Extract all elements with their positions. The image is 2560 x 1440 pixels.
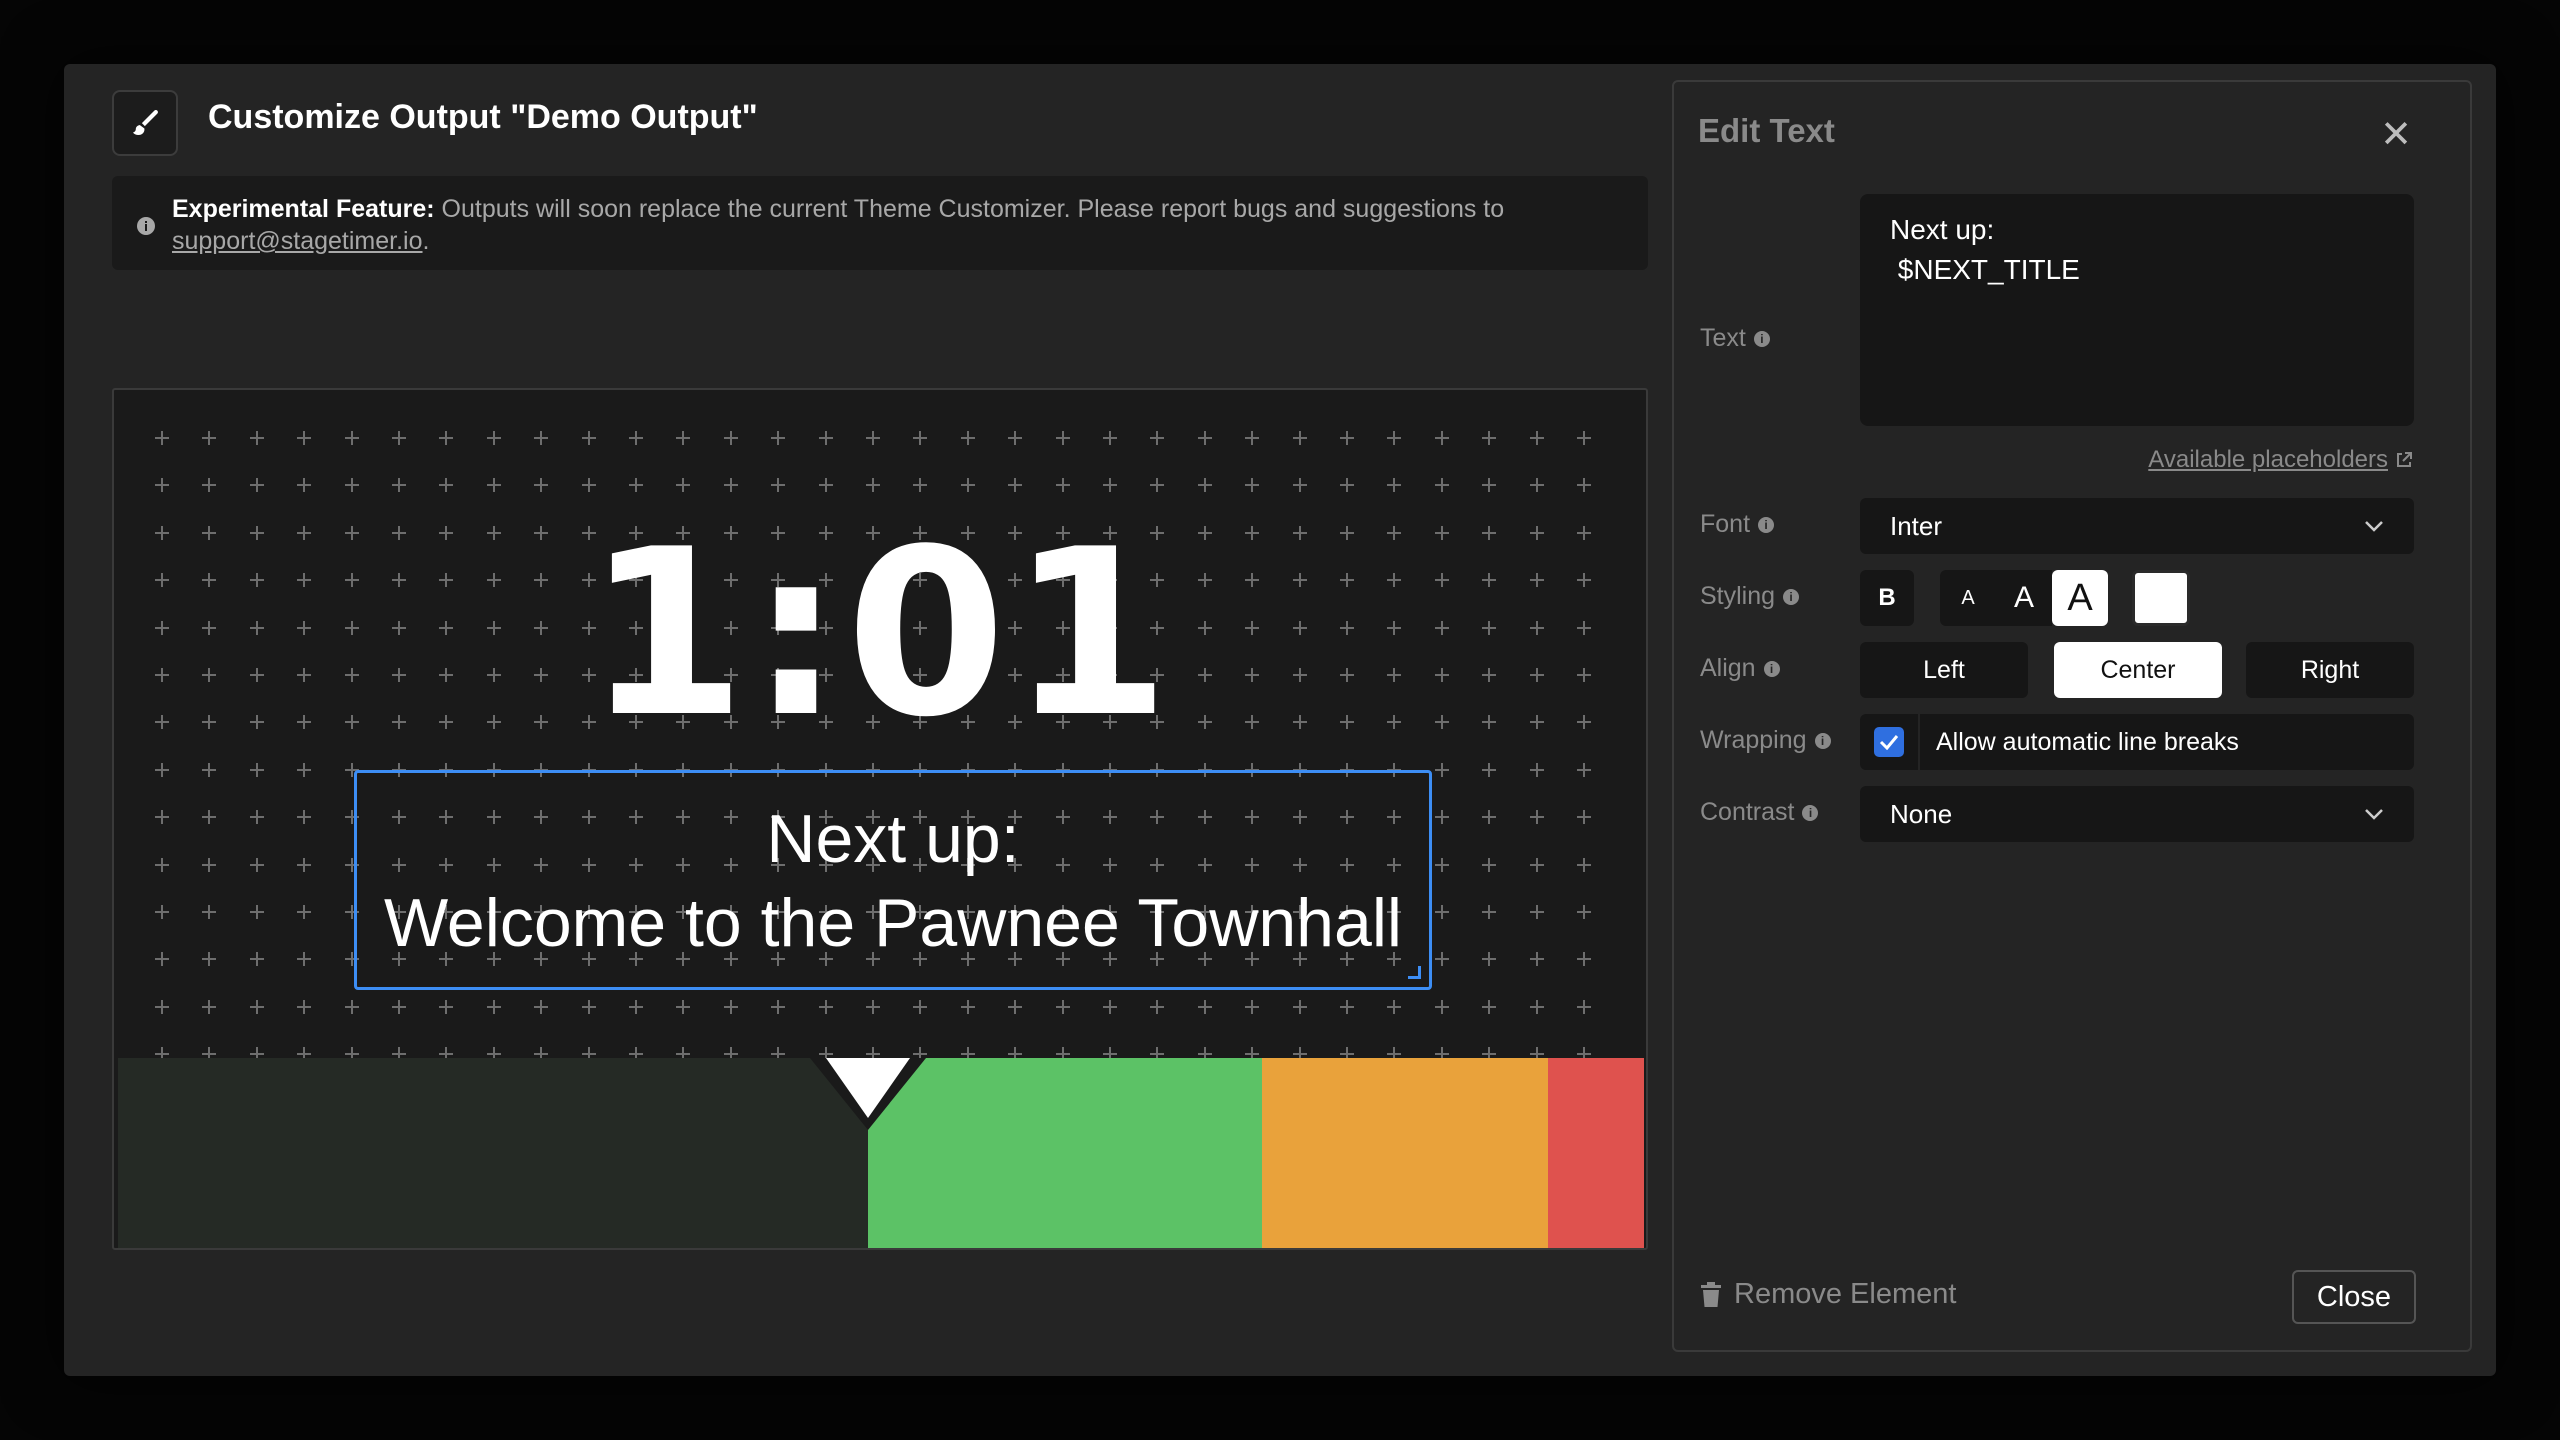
info-icon: i xyxy=(1783,588,1800,605)
font-label: Font i xyxy=(1700,510,1775,539)
info-icon xyxy=(136,212,156,244)
output-preview[interactable]: 1:01 Next up: Welcome to the Pawnee Town… xyxy=(112,388,1648,1250)
wrapping-toggle-row[interactable]: Allow automatic line breaks xyxy=(1860,714,2414,770)
info-icon: i xyxy=(1753,330,1770,347)
edit-panel-title: Edit Text xyxy=(1698,112,1835,149)
info-icon: i xyxy=(1758,516,1775,533)
progress-orange xyxy=(1262,1058,1548,1248)
edit-text-panel: Edit Text ✕ Texti Available placeholders… xyxy=(1672,80,2472,1352)
checkmark-icon xyxy=(1879,735,1899,750)
remove-element-button[interactable]: Remove Element xyxy=(1700,1278,1956,1311)
chevron-down-icon xyxy=(2365,521,2383,532)
text-label: Text i xyxy=(1700,324,1770,353)
wrapping-checkbox[interactable] xyxy=(1874,727,1904,757)
paintbrush-icon xyxy=(112,90,178,156)
contrast-label: Contrast i xyxy=(1700,798,1819,827)
color-swatch[interactable] xyxy=(2132,570,2190,626)
align-center-button[interactable]: Center xyxy=(2054,642,2222,698)
notice-label: Experimental Feature: xyxy=(172,195,435,223)
font-size-medium-button[interactable]: A xyxy=(1996,570,2052,626)
wrapping-label: Wrapping i xyxy=(1700,726,1831,755)
font-size-large-button[interactable]: A xyxy=(2052,570,2108,626)
next-up-line2: Welcome to the Pawnee Townhall xyxy=(383,885,1403,961)
progress-pointer-icon xyxy=(810,1058,926,1130)
timer-display[interactable]: 1:01 xyxy=(114,520,1646,750)
align-right-button[interactable]: Right xyxy=(2246,642,2414,698)
styling-label: Styling i xyxy=(1700,582,1800,611)
resize-handle[interactable] xyxy=(1408,966,1421,979)
text-input[interactable] xyxy=(1860,194,2414,426)
contrast-select[interactable]: None xyxy=(1860,786,2414,842)
close-icon[interactable]: ✕ xyxy=(2380,112,2412,157)
font-select[interactable]: Inter xyxy=(1860,498,2414,554)
info-icon: i xyxy=(1814,732,1831,749)
progress-red xyxy=(1548,1058,1644,1248)
align-label: Align i xyxy=(1700,654,1780,683)
font-size-small-button[interactable]: A xyxy=(1940,570,1996,626)
progress-track xyxy=(118,1058,868,1248)
next-up-text-element[interactable]: Next up: Welcome to the Pawnee Townhall xyxy=(354,770,1432,990)
experimental-notice: Experimental Feature: Outputs will soon … xyxy=(112,176,1648,270)
notice-end: . xyxy=(422,227,430,255)
page-title: Customize Output "Demo Output" xyxy=(208,98,758,136)
bold-button[interactable]: B xyxy=(1860,570,1914,626)
divider xyxy=(1918,714,1920,770)
align-left-button[interactable]: Left xyxy=(1860,642,2028,698)
available-placeholders-link[interactable]: Available placeholders xyxy=(2148,446,2414,474)
wrapping-text: Allow automatic line breaks xyxy=(1936,727,2239,756)
next-up-line1: Next up: xyxy=(766,801,1020,877)
chevron-down-icon xyxy=(2365,809,2383,820)
notice-message: Outputs will soon replace the current Th… xyxy=(434,195,1505,223)
external-link-icon xyxy=(2397,452,2412,467)
trash-icon xyxy=(1701,1281,1721,1307)
info-icon: i xyxy=(1763,660,1780,677)
support-email-link[interactable]: support@stagetimer.io xyxy=(172,227,423,255)
close-button[interactable]: Close xyxy=(2292,1270,2416,1324)
info-icon: i xyxy=(1802,804,1819,821)
